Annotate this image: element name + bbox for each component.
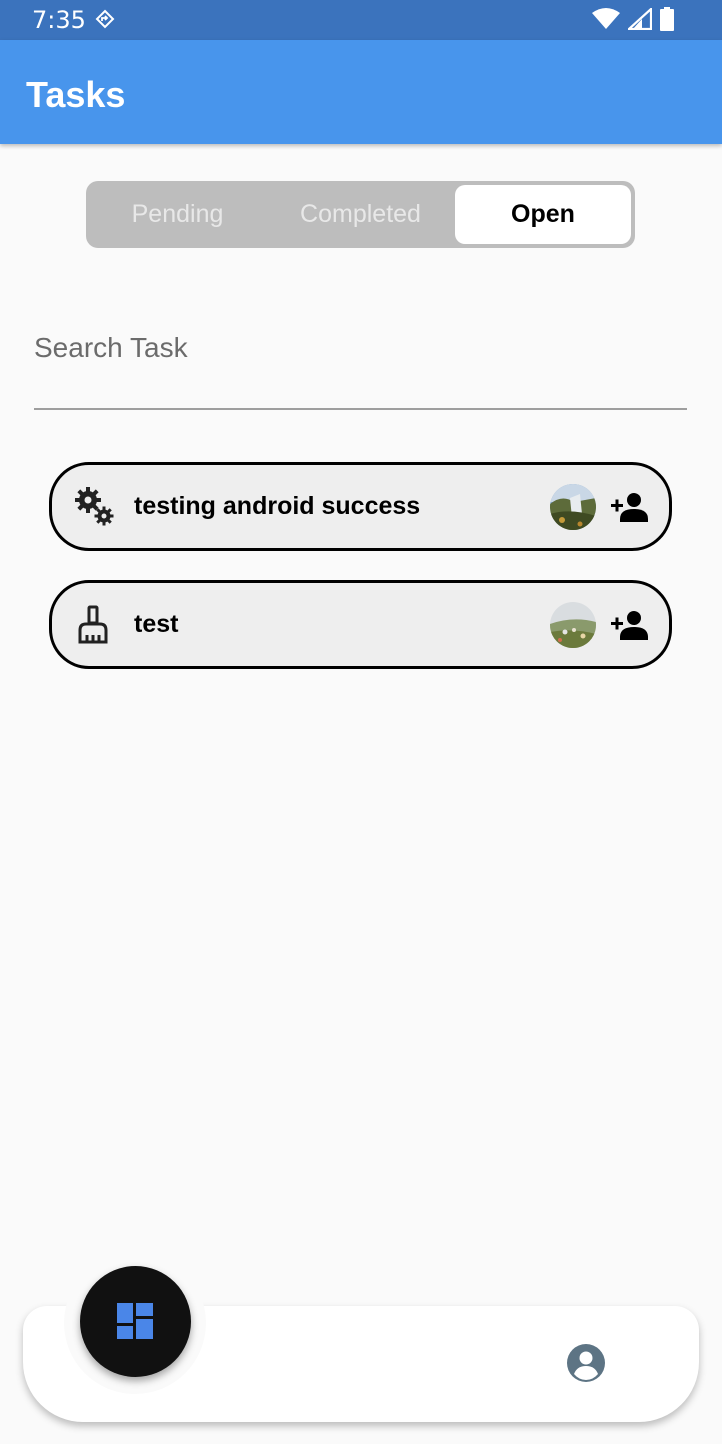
navigation-icon <box>95 9 115 29</box>
assignee-avatar <box>550 602 596 648</box>
assignee-avatar <box>550 484 596 530</box>
add-person-icon[interactable] <box>610 489 648 525</box>
cleaning-brush-icon <box>78 605 108 644</box>
status-bar: 7:35 <box>0 0 722 40</box>
app-bar: Tasks <box>0 40 722 144</box>
gears-icon <box>75 487 114 526</box>
task-title: testing android success <box>134 492 421 520</box>
task-title: test <box>134 610 179 638</box>
tab-open[interactable]: Open <box>455 185 631 244</box>
tab-completed[interactable]: Completed <box>269 181 452 248</box>
add-person-icon[interactable] <box>610 607 648 643</box>
signal-icon <box>628 8 652 30</box>
task-card[interactable]: test <box>49 580 672 669</box>
dashboard-button[interactable] <box>80 1266 191 1377</box>
dashboard-icon <box>117 1303 153 1339</box>
tab-pending[interactable]: Pending <box>86 181 269 248</box>
status-tabs: Pending Completed Open <box>86 181 635 248</box>
page-title: Tasks <box>26 74 126 115</box>
wifi-icon <box>592 8 620 29</box>
search-field <box>34 310 687 410</box>
battery-icon <box>660 7 674 31</box>
status-time: 7:35 <box>32 6 86 34</box>
search-input[interactable] <box>34 328 687 368</box>
task-card[interactable]: testing android success <box>49 462 672 551</box>
account-circle-icon[interactable] <box>566 1343 606 1383</box>
